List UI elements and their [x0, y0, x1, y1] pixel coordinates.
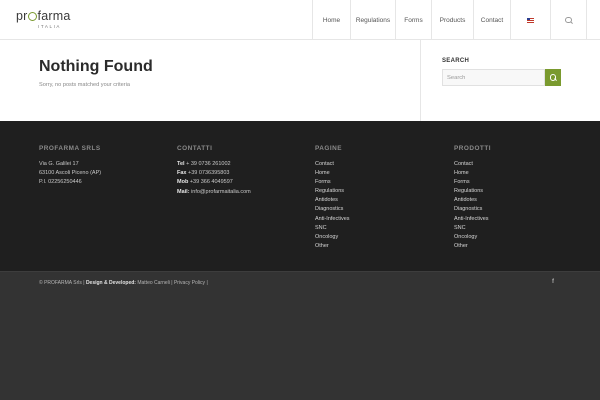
footer-products-link[interactable]: Contact [454, 160, 491, 169]
footer-pages-link[interactable]: SNC [315, 224, 350, 233]
logo-wordmark: pr farma [16, 9, 71, 23]
footer-pages-link[interactable]: Forms [315, 178, 350, 187]
footer-pages-title: PAGINE [315, 145, 343, 152]
footer-address-street: Via G. Galilei 17 [39, 161, 79, 167]
footer-products-link[interactable]: SNC [454, 224, 491, 233]
site-header: pr farma ITALIA Home Regulations Forms Pr… [0, 0, 600, 40]
footer-products-link[interactable]: Home [454, 169, 491, 178]
nav-products[interactable]: Products [431, 0, 473, 40]
nav-regulations[interactable]: Regulations [350, 0, 395, 40]
logo-subtitle: ITALIA [38, 24, 62, 29]
site-footer: PROFARMA SRLS Via G. Galilei 17 63100 As… [0, 121, 600, 271]
footer-mail-link[interactable]: info@profarmaitalia.com [191, 189, 251, 195]
footer-pages-link[interactable]: Home [315, 169, 350, 178]
footer-company-title: PROFARMA SRLS [39, 145, 101, 152]
footer-pages-link[interactable]: Contact [315, 160, 350, 169]
footer-tel: Tel + 39 0736 261002 [177, 161, 231, 167]
footer-products-link[interactable]: Anti-Infectives [454, 215, 491, 224]
footer-pages-link[interactable]: Antidotes [315, 196, 350, 205]
footer-contacts: CONTATTI Tel + 39 0736 261002 Fax +39 07… [177, 145, 251, 197]
sidebar-search-button[interactable] [545, 69, 561, 86]
sidebar-divider [420, 40, 421, 121]
footer-products-link[interactable]: Oncology [454, 233, 491, 242]
footer-pages-link[interactable]: Anti-Infectives [315, 215, 350, 224]
us-flag-icon [527, 17, 534, 23]
profarma-logo[interactable]: pr farma ITALIA [16, 9, 74, 33]
language-switcher[interactable] [510, 0, 550, 40]
footer-pages-link[interactable]: Other [315, 242, 350, 251]
footer-pages-link[interactable]: Oncology [315, 233, 350, 242]
header-search-button[interactable] [550, 0, 587, 40]
footer-fax: Fax +39 0736395803 [177, 170, 230, 177]
search-icon [565, 16, 572, 24]
no-results-message: Sorry, no posts matched your criteria [39, 82, 130, 88]
page-title: Nothing Found [39, 58, 153, 75]
footer-products: PRODOTTI Contact Home Forms Regulations … [454, 145, 491, 251]
footer-mob: Mob +39 366 4049597 [177, 179, 233, 186]
footer-pages-link[interactable]: Regulations [315, 187, 350, 196]
footer-pages-link[interactable]: Diagnostics [315, 205, 350, 214]
footer-contacts-title: CONTATTI [177, 145, 213, 152]
footer-products-link[interactable]: Diagnostics [454, 205, 491, 214]
footer-products-link[interactable]: Antidotes [454, 196, 491, 205]
footer-company: PROFARMA SRLS Via G. Galilei 17 63100 As… [39, 145, 101, 188]
footer-pages: PAGINE Contact Home Forms Regulations An… [315, 145, 350, 251]
copyright-text: © PROFARMA Srls [39, 280, 82, 286]
facebook-icon[interactable]: f [552, 279, 554, 285]
design-label: Design & Developed: [85, 280, 136, 286]
footer-products-link[interactable]: Forms [454, 178, 491, 187]
nav-forms[interactable]: Forms [395, 0, 431, 40]
footer-address-city: 63100 Ascoli Piceno (AP) [39, 170, 102, 177]
footer-products-link[interactable]: Other [454, 242, 491, 251]
socket-bar: © PROFARMA Srls | Design & Developed: Ma… [0, 271, 600, 400]
nav-contact[interactable]: Contact [473, 0, 510, 40]
designer-link[interactable]: Matteo Carneli [137, 280, 170, 286]
footer-products-link[interactable]: Regulations [454, 187, 491, 196]
sidebar-search-input[interactable] [442, 69, 545, 86]
main-content: Nothing Found Sorry, no posts matched yo… [0, 40, 600, 121]
copyright-line: © PROFARMA Srls | Design & Developed: Ma… [39, 280, 208, 286]
footer-products-title: PRODOTTI [454, 145, 492, 152]
nav-home[interactable]: Home [312, 0, 350, 40]
search-icon [549, 74, 557, 81]
privacy-policy-link[interactable]: Privacy Policy [174, 280, 205, 286]
footer-vat: P.I. 02256250446 [39, 179, 82, 186]
logo-o-icon [28, 11, 38, 21]
footer-mail: Mail: info@profarmaitalia.com [177, 188, 251, 195]
sidebar-search-title: SEARCH [442, 58, 470, 64]
